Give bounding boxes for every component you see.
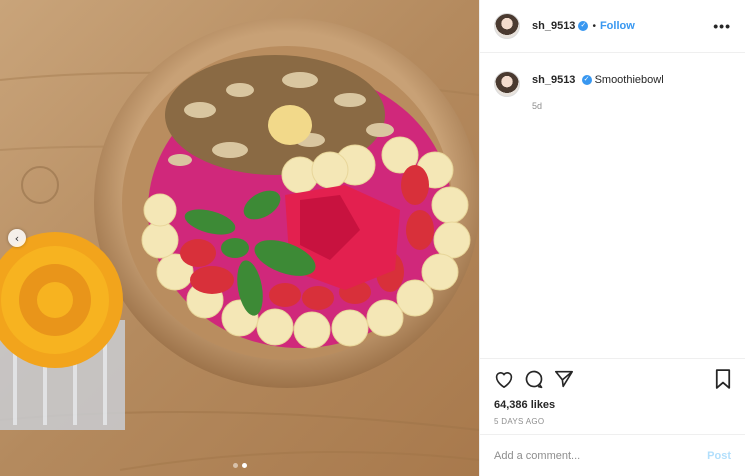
- heart-icon[interactable]: [494, 370, 514, 388]
- separator-dot: •: [592, 20, 596, 32]
- post-header: sh_9513 ✓ • Follow •••: [480, 0, 745, 53]
- caption-timestamp: 5d: [532, 101, 543, 111]
- caption-avatar[interactable]: [494, 71, 520, 97]
- comment-icon[interactable]: [524, 369, 544, 389]
- post-timestamp: 5 DAYS AGO: [494, 417, 545, 426]
- smoothie-bowl-image: [0, 0, 479, 476]
- likes-count[interactable]: 64,386 likes: [494, 399, 731, 411]
- add-comment-bar: Post: [480, 434, 745, 476]
- avatar[interactable]: [494, 13, 520, 39]
- verified-badge-icon: ✓: [581, 75, 592, 86]
- more-options-icon[interactable]: •••: [713, 18, 731, 34]
- action-bar: 64,386 likes 5 DAYS AGO: [480, 358, 745, 434]
- bookmark-icon[interactable]: [715, 369, 731, 389]
- carousel-dot-active: [241, 463, 247, 468]
- action-icons: [494, 369, 731, 389]
- carousel-dot: [232, 463, 238, 468]
- carousel-indicators: [0, 463, 479, 468]
- comments-area: sh_9513 ✓ Smoothiebowl 5d: [480, 53, 745, 358]
- caption-text: Smoothiebowl: [594, 74, 664, 86]
- username-link[interactable]: sh_9513: [532, 20, 575, 32]
- caption-username[interactable]: sh_9513: [532, 74, 575, 86]
- caption-row: sh_9513 ✓ Smoothiebowl 5d: [494, 71, 731, 113]
- post-viewer: ‹ sh_9513 ✓ • Follow ••• sh_9513 ✓ Smoot…: [0, 0, 745, 476]
- verified-badge-icon: ✓: [578, 21, 589, 31]
- post-photo[interactable]: ‹: [0, 0, 479, 476]
- previous-slide-button[interactable]: ‹: [8, 229, 26, 247]
- post-sidebar: sh_9513 ✓ • Follow ••• sh_9513 ✓ Smoothi…: [479, 0, 745, 476]
- chevron-left-icon: ‹: [14, 231, 20, 245]
- caption-body: sh_9513 ✓ Smoothiebowl 5d: [532, 71, 664, 113]
- comment-input[interactable]: [494, 449, 708, 462]
- share-icon[interactable]: [554, 370, 574, 388]
- follow-button[interactable]: Follow: [600, 20, 635, 32]
- post-comment-button[interactable]: Post: [707, 450, 731, 462]
